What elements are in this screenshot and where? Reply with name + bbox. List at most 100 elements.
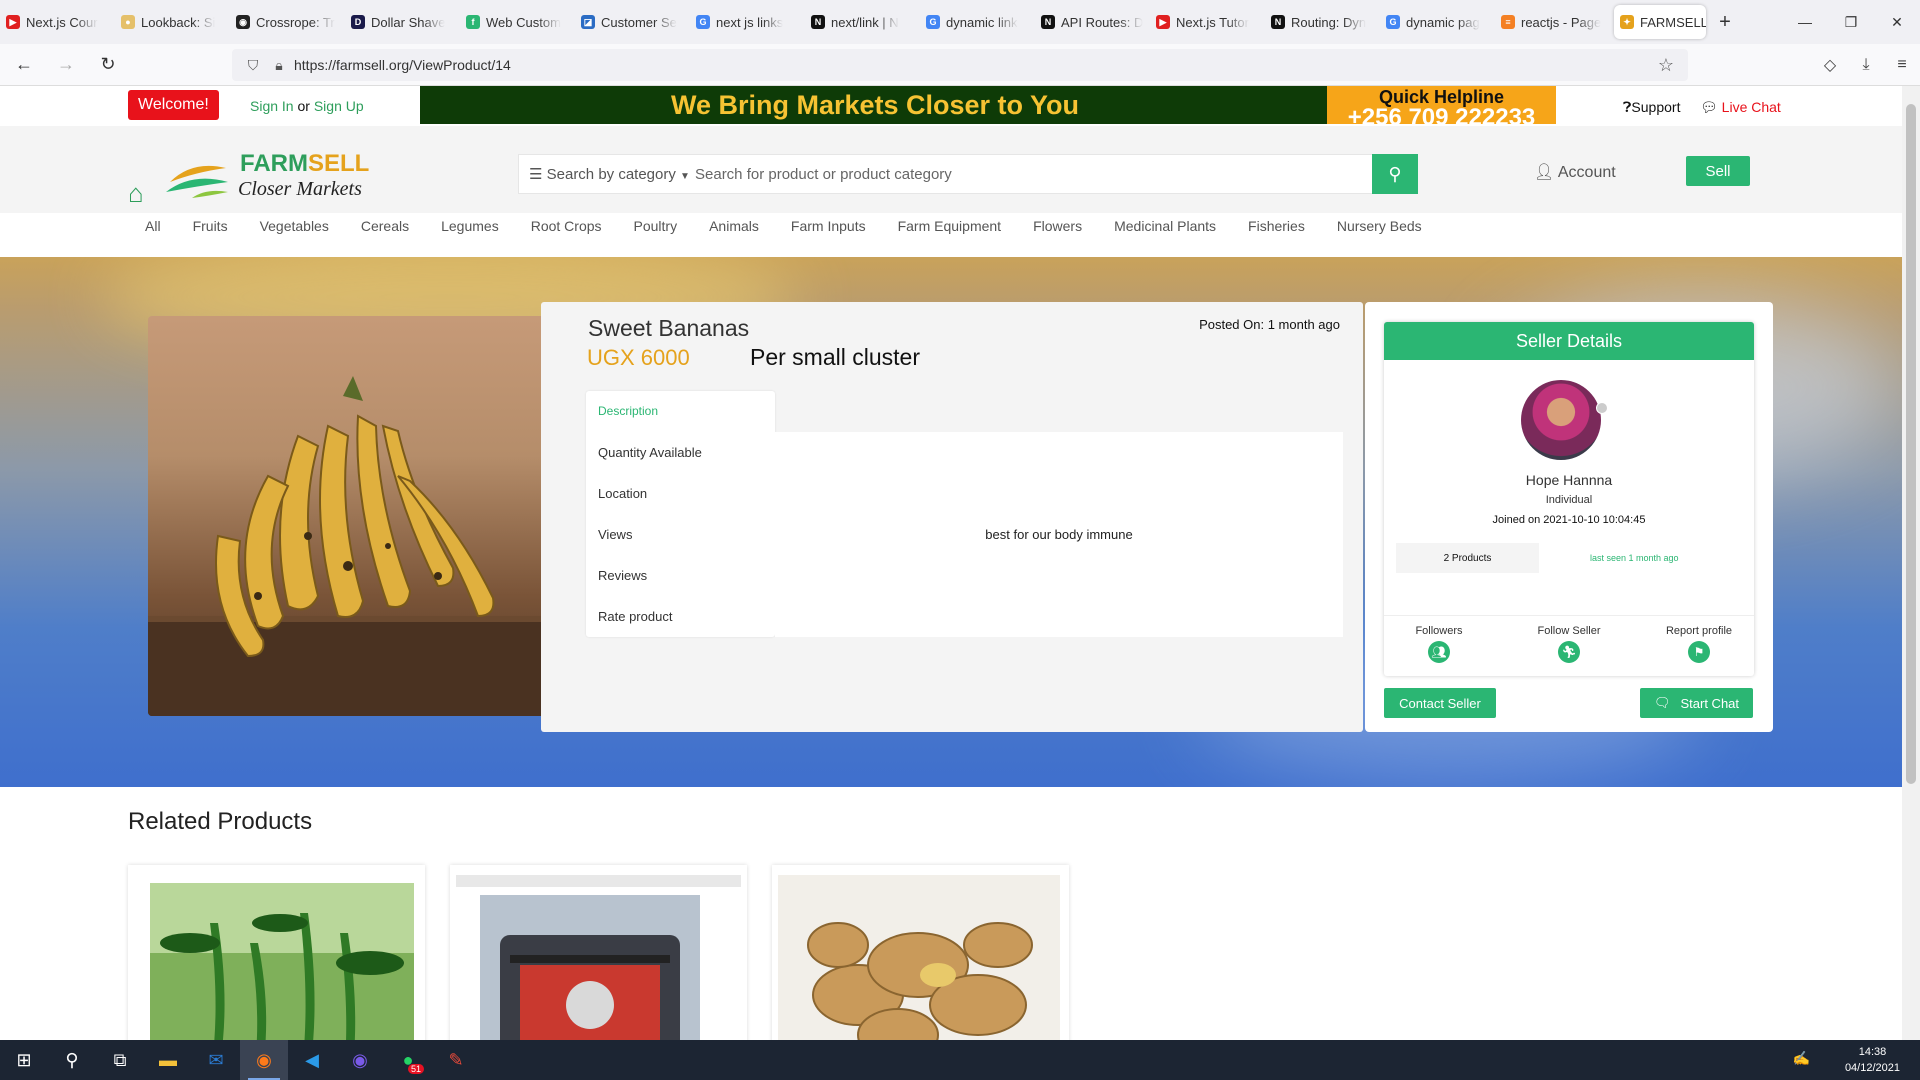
browser-tab[interactable]: ▶ Next.js Cour [0, 5, 115, 39]
pocket-icon[interactable]: ◇ [1812, 55, 1848, 75]
browser-tab[interactable]: ≡ reactjs - Page [1495, 5, 1610, 39]
bananas-photo [148, 376, 560, 716]
seller-card: Seller Details Hope Hannna Individual Jo… [1384, 322, 1754, 676]
pen-app-icon[interactable]: ✎ [432, 1040, 480, 1080]
contact-seller-button[interactable]: Contact Seller [1384, 688, 1496, 718]
clock-time: 14:38 [1858, 1046, 1887, 1058]
product-unit: Per small cluster [750, 344, 920, 370]
address-bar[interactable]: ⛉ 🔒︎ https://farmsell.org/ViewProduct/14… [232, 49, 1688, 81]
seller-type: Individual [1545, 494, 1593, 506]
sell-button[interactable]: Sell [1686, 156, 1750, 186]
browser-tab[interactable]: Gdynamic pag [1380, 5, 1495, 39]
product-tab[interactable]: Quantity Available [586, 432, 775, 473]
menu-icon[interactable]: ≡ [1884, 56, 1920, 74]
browser-tab[interactable]: Gdynamic link [920, 5, 1035, 39]
browser-tab-bar: ▶ Next.js Cour ● Lookback: Si ◉ Crossrope: Tr… [0, 0, 1920, 44]
browser-tab[interactable]: N Routing: Dyn [1265, 5, 1380, 39]
search-category-dropdown[interactable]: ☰ Search by category ▼ [519, 165, 690, 183]
seller-heading: Seller Details [1384, 322, 1754, 360]
search-input[interactable] [689, 155, 1372, 193]
back-button[interactable]: ← [6, 49, 42, 81]
tab-title: Crossrope: Tr [256, 14, 335, 30]
firefox-dev-icon[interactable]: ◉ [336, 1040, 384, 1080]
browser-tab[interactable]: Nnext/link | N [805, 5, 920, 39]
live-chat-link[interactable]: 💬︎ Live Chat [1700, 99, 1781, 116]
category-link[interactable]: Nursery Beds [1337, 218, 1422, 234]
scrollbar-thumb[interactable] [1906, 104, 1916, 784]
category-link[interactable]: Farm Equipment [898, 218, 1001, 234]
followers-action[interactable]: Followers 👥︎ [1384, 625, 1494, 663]
search-icon[interactable]: ⚲ [48, 1040, 96, 1080]
tab-title: FARMSELL [1640, 14, 1706, 30]
firefox-icon[interactable]: ◉ [240, 1040, 288, 1080]
file-explorer-icon[interactable]: ▬ [144, 1040, 192, 1080]
sign-in-link[interactable]: Sign In [250, 98, 294, 114]
bookmark-star-icon[interactable]: ☆ [1658, 55, 1674, 76]
product-tab[interactable]: Views [586, 514, 775, 555]
banner-slogan: We Bring Markets Closer to You [670, 89, 1080, 120]
restore-button[interactable]: ❐ [1828, 0, 1874, 44]
browser-tab[interactable]: N API Routes: D [1035, 5, 1150, 39]
whatsapp-icon[interactable]: ● 51 [384, 1040, 432, 1080]
start-chat-button[interactable]: 🗨︎ Start Chat [1640, 688, 1753, 718]
browser-tab-active[interactable]: ✦FARMSELL✕ [1614, 5, 1706, 39]
category-link[interactable]: Cereals [361, 218, 409, 234]
windows-start-icon[interactable]: ⊞ [0, 1040, 48, 1080]
sign-up-link[interactable]: Sign Up [314, 98, 364, 114]
pen-tray-icon[interactable]: ✍ [1793, 1050, 1810, 1067]
report-profile-action[interactable]: Report profile ⚑ [1644, 625, 1754, 663]
category-link[interactable]: Fruits [193, 218, 228, 234]
browser-tab[interactable]: ◪ Customer Se [575, 5, 690, 39]
related-product-card[interactable] [128, 865, 425, 1040]
divider [1384, 615, 1754, 616]
forward-button[interactable]: → [48, 49, 84, 81]
category-link[interactable]: Root Crops [531, 218, 602, 234]
seller-avatar[interactable] [1521, 380, 1601, 460]
home-icon[interactable]: ⌂ [128, 178, 144, 209]
new-tab-button[interactable]: + [1710, 11, 1740, 34]
logo-title-farm: FARM [240, 150, 308, 177]
product-tab[interactable]: Location [586, 473, 775, 514]
search-button[interactable]: ⚲ [1372, 154, 1418, 194]
follow-seller-action[interactable]: Follow Seller 🏃︎ [1514, 625, 1624, 663]
product-tab[interactable]: Rate product [586, 596, 775, 637]
browser-tab[interactable]: Gnext js links [690, 5, 805, 39]
lock-icon[interactable]: 🔒︎ [268, 57, 290, 74]
browser-tab[interactable]: f Web Custom [460, 5, 575, 39]
category-link[interactable]: Animals [709, 218, 759, 234]
product-tab[interactable]: Reviews [586, 555, 775, 596]
category-link[interactable]: Medicinal Plants [1114, 218, 1216, 234]
logo-subtitle: Closer Markets [238, 178, 362, 200]
minimize-button[interactable]: — [1782, 0, 1828, 44]
reload-button[interactable]: ↻ [90, 49, 126, 81]
related-product-card[interactable] [772, 865, 1069, 1040]
category-link[interactable]: Poultry [634, 218, 678, 234]
category-link[interactable]: Farm Inputs [791, 218, 866, 234]
site-logo[interactable]: FARMSELL Closer Markets [162, 148, 369, 204]
vscode-icon[interactable]: ◀ [288, 1040, 336, 1080]
url-text[interactable]: https://farmsell.org/ViewProduct/14 [294, 57, 511, 73]
related-product-card[interactable] [450, 865, 747, 1040]
category-link[interactable]: Flowers [1033, 218, 1082, 234]
shield-icon[interactable]: ⛉ [242, 57, 264, 74]
browser-tab[interactable]: ▶ Next.js Tutor [1150, 5, 1265, 39]
support-link[interactable]: ❓︎Support [1623, 99, 1680, 116]
download-icon[interactable]: ⤓ [1848, 56, 1884, 74]
category-link[interactable]: Legumes [441, 218, 499, 234]
category-link[interactable]: Fisheries [1248, 218, 1305, 234]
system-clock[interactable]: 14:38 04/12/2021 [1845, 1044, 1900, 1076]
browser-tab[interactable]: ● Lookback: Si [115, 5, 230, 39]
close-window-button[interactable]: ✕ [1874, 0, 1920, 44]
browser-tab[interactable]: D Dollar Shave [345, 5, 460, 39]
product-tab[interactable]: Description [586, 391, 775, 432]
page-scrollbar[interactable] [1902, 86, 1920, 1040]
task-view-icon[interactable]: ⧉ [96, 1040, 144, 1080]
account-link[interactable]: 👤︎ Account [1534, 162, 1616, 182]
site-header: ⌂ FARMSELL Closer Markets ☰ Search by ca… [0, 126, 1902, 213]
seller-products-count[interactable]: 2 Products [1396, 543, 1539, 573]
follow-seller-label: Follow Seller [1537, 625, 1601, 637]
outlook-icon[interactable]: ✉ [192, 1040, 240, 1080]
category-link[interactable]: All [145, 218, 161, 234]
category-link[interactable]: Vegetables [260, 218, 329, 234]
browser-tab[interactable]: ◉ Crossrope: Tr [230, 5, 345, 39]
